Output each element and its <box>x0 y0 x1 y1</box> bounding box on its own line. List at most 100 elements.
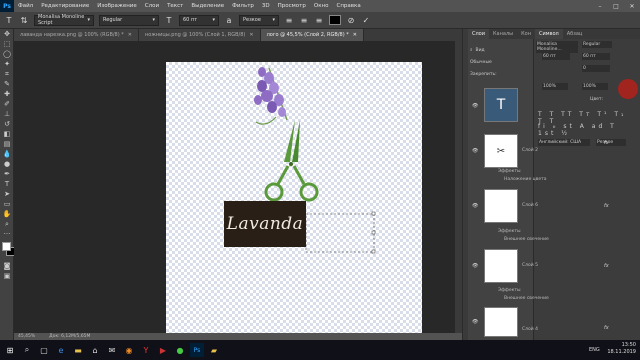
align-right-icon[interactable]: ≡ <box>314 15 324 25</box>
eyedropper-tool-icon[interactable]: ✎ <box>0 79 14 89</box>
screen-mode-icon[interactable]: ▣ <box>0 271 14 281</box>
menu-filter[interactable]: Фильтр <box>228 3 258 9</box>
fx-icon[interactable]: fx <box>604 203 609 209</box>
document-canvas[interactable]: Lavanda <box>166 62 422 333</box>
menu-select[interactable]: Выделение <box>187 3 228 9</box>
magic-wand-tool-icon[interactable]: ✦ <box>0 59 14 69</box>
close-icon[interactable]: ✕ <box>624 0 640 12</box>
lasso-tool-icon[interactable]: ◯ <box>0 49 14 59</box>
tab-channels[interactable]: Каналы <box>489 29 517 39</box>
char-tracking-field[interactable]: 0 <box>582 65 610 72</box>
char-size-field[interactable]: 60 пт <box>542 53 570 60</box>
layer-row-5[interactable]: 👁 Слой 5 fx <box>468 247 640 287</box>
dodge-tool-icon[interactable]: ● <box>0 159 14 169</box>
char-style-select[interactable]: Regular <box>582 41 612 48</box>
align-center-icon[interactable]: ≡ <box>299 15 309 25</box>
close-icon[interactable]: ✕ <box>128 32 132 38</box>
canvas-area[interactable]: Lavanda <box>14 41 462 333</box>
menu-image[interactable]: Изображение <box>93 3 141 9</box>
menu-file[interactable]: Файл <box>14 3 37 9</box>
tab-lavender[interactable]: лаванда нарезка.png @ 100% (RGB/8) * ✕ <box>14 29 139 41</box>
text-bounding-box[interactable] <box>305 213 375 253</box>
shape-tool-icon[interactable]: ▭ <box>0 199 14 209</box>
tab-scissors[interactable]: ножницы.png @ 100% (Слой 1, RGB/8) ✕ <box>138 29 261 41</box>
blur-tool-icon[interactable]: 💧 <box>0 149 14 159</box>
marquee-tool-icon[interactable]: ⬚ <box>0 39 14 49</box>
task-view-icon[interactable]: ▢ <box>37 343 51 357</box>
foreground-color[interactable] <box>2 242 11 251</box>
windows-start-icon[interactable]: ⊞ <box>3 343 17 357</box>
menu-layers[interactable]: Слои <box>141 3 163 9</box>
font-family-select[interactable]: Monalisa Monoline Script ▾ <box>34 14 94 26</box>
tab-paragraph[interactable]: Абзац <box>563 29 587 39</box>
tab-logo[interactable]: лого @ 45,5% (Слой 2, RGB/8) * ✕ <box>260 29 364 41</box>
close-icon[interactable]: ✕ <box>353 32 357 38</box>
menu-3d[interactable]: 3D <box>258 3 274 9</box>
logo-text[interactable]: Lavanda <box>224 214 306 234</box>
layer-row-6[interactable]: 👁 Слой 6 fx <box>468 187 640 227</box>
type-tool-icon[interactable]: T <box>4 15 14 25</box>
path-select-tool-icon[interactable]: ➤ <box>0 189 14 199</box>
color-swatches[interactable] <box>0 239 15 261</box>
tab-character[interactable]: Символ <box>534 29 563 39</box>
type-tool-icon[interactable]: T <box>0 179 14 189</box>
app-icon[interactable]: ● <box>173 343 187 357</box>
vertical-scrollbar[interactable] <box>455 41 462 333</box>
mail-icon[interactable]: ✉ <box>105 343 119 357</box>
maximize-icon[interactable]: □ <box>608 0 624 12</box>
font-style-select[interactable]: Regular ▾ <box>99 14 159 26</box>
photoshop-taskbar-icon[interactable]: Ps <box>190 343 204 357</box>
crop-tool-icon[interactable]: ⌗ <box>0 69 14 79</box>
explorer-icon[interactable]: ▬ <box>71 343 85 357</box>
antialias-select[interactable]: Резкое ▾ <box>239 14 279 26</box>
pen-tool-icon[interactable]: ✒ <box>0 169 14 179</box>
folder-icon[interactable]: ▰ <box>207 343 221 357</box>
visibility-eye-icon[interactable]: 👁 <box>472 263 478 269</box>
zoom-level[interactable]: 45,45% <box>18 334 35 339</box>
fx-icon[interactable]: fx <box>604 263 609 269</box>
visibility-eye-icon[interactable]: 👁 <box>472 103 478 109</box>
tab-paths[interactable]: Кон <box>517 29 535 39</box>
fx-icon[interactable]: fx <box>604 325 609 331</box>
effect-item[interactable]: Внешнее свечение <box>504 296 549 301</box>
firefox-icon[interactable]: ◉ <box>122 343 136 357</box>
brush-tool-icon[interactable]: ✐ <box>0 99 14 109</box>
visibility-eye-icon[interactable]: 👁 <box>472 319 478 325</box>
menu-edit[interactable]: Редактирование <box>37 3 93 9</box>
store-icon[interactable]: ⌂ <box>88 343 102 357</box>
orientation-icon[interactable]: ⇅ <box>19 15 29 25</box>
stamp-tool-icon[interactable]: ⊥ <box>0 109 14 119</box>
layer-row-2[interactable]: 👁 ✂ Слой 2 fx <box>468 132 640 172</box>
align-left-icon[interactable]: ≡ <box>284 15 294 25</box>
fx-icon[interactable]: fx <box>604 140 609 146</box>
healing-tool-icon[interactable]: ✚ <box>0 89 14 99</box>
quick-mask-icon[interactable]: ◙ <box>0 261 14 271</box>
language-indicator[interactable]: ENG <box>589 347 600 353</box>
more-tools-icon[interactable]: ··· <box>0 229 14 239</box>
search-icon[interactable]: ⌕ <box>20 343 34 357</box>
zoom-tool-icon[interactable]: ⌕ <box>0 219 14 229</box>
char-font-select[interactable]: Monalisa Monoline... <box>536 41 578 53</box>
edge-icon[interactable]: e <box>54 343 68 357</box>
menu-help[interactable]: Справка <box>332 3 364 9</box>
menu-window[interactable]: Окно <box>310 3 333 9</box>
gradient-tool-icon[interactable]: ▤ <box>0 139 14 149</box>
layer-row-4[interactable]: 👁 Слой 4 fx <box>468 305 640 339</box>
font-size-select[interactable]: 60 пт ▾ <box>179 14 219 26</box>
layer-row-text[interactable]: 👁 T <box>468 84 640 128</box>
close-icon[interactable]: ✕ <box>249 32 253 38</box>
cancel-icon[interactable]: ⊘ <box>346 15 356 25</box>
yandex-icon[interactable]: Y <box>139 343 153 357</box>
tab-layers[interactable]: Слои <box>468 29 489 39</box>
effect-item[interactable]: Внешнее свечение <box>504 237 549 242</box>
menu-view[interactable]: Просмотр <box>274 3 310 9</box>
menu-type[interactable]: Текст <box>163 3 187 9</box>
history-brush-tool-icon[interactable]: ↺ <box>0 119 14 129</box>
effect-item[interactable]: Наложение цвета <box>504 177 547 182</box>
text-color-swatch[interactable] <box>329 15 341 25</box>
commit-icon[interactable]: ✓ <box>361 15 371 25</box>
media-icon[interactable]: ▶ <box>156 343 170 357</box>
char-leading-field[interactable]: 60 пт <box>582 53 610 60</box>
move-tool-icon[interactable]: ✥ <box>0 29 14 39</box>
visibility-eye-icon[interactable]: 👁 <box>472 148 478 154</box>
